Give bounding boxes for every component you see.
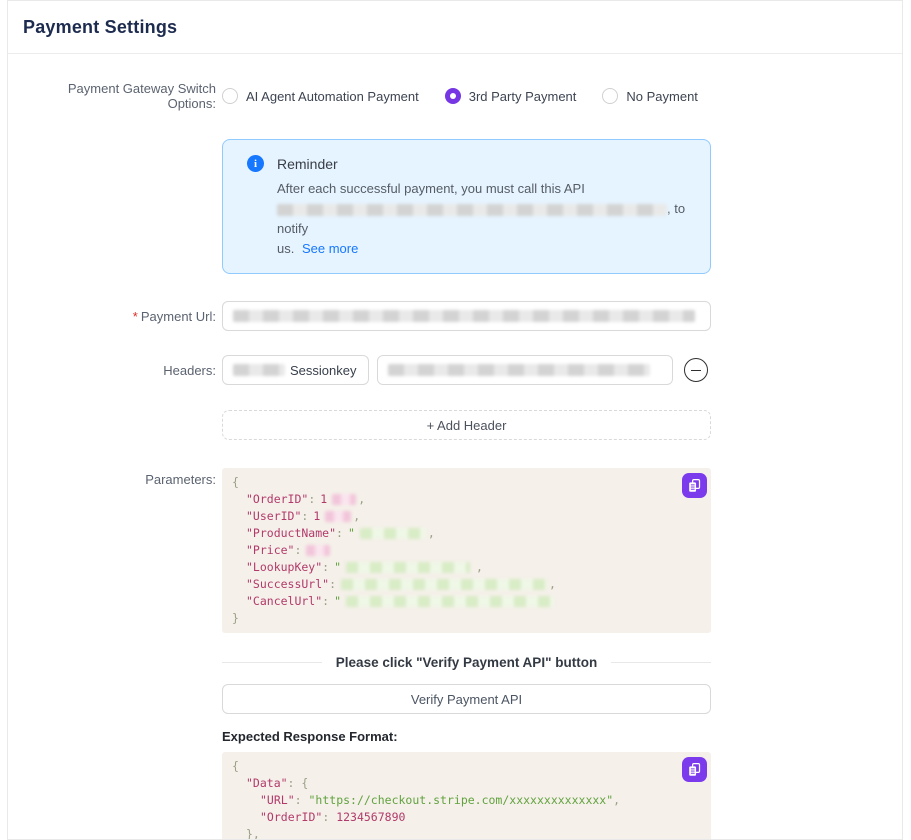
copy-parameters-button[interactable] — [682, 473, 707, 498]
reminder-text-line1: After each successful payment, you must … — [277, 181, 585, 196]
radio-checked-icon[interactable] — [445, 88, 461, 104]
redacted-userid-value — [325, 511, 351, 522]
copy-icon — [687, 478, 702, 493]
response-line-url: "URL": "https://checkout.stripe.com/xxxx… — [232, 792, 701, 809]
radio-unchecked-icon[interactable] — [602, 88, 618, 104]
minus-icon — [691, 370, 701, 371]
reminder-body: After each successful payment, you must … — [277, 179, 690, 259]
expected-response-code-block: { "Data": { "URL": "https://checkout.str… — [222, 752, 711, 840]
copy-expected-response-button[interactable] — [682, 757, 707, 782]
param-line-lookupkey: "LookupKey":", — [232, 559, 701, 576]
redacted-productname-value — [360, 528, 426, 539]
param-line-successurl: "SuccessUrl":, — [232, 576, 701, 593]
header-key-visible-text: Sessionkey — [290, 363, 356, 378]
parameters-row: Parameters: { "OrderID":1, "UserID":1, "… — [8, 468, 902, 633]
gateway-radio-group: AI Agent Automation Payment 3rd Party Pa… — [222, 88, 698, 104]
headers-row: Headers: Sessionkey — [8, 355, 902, 385]
divider-text: Please click "Verify Payment API" button — [336, 655, 597, 670]
redacted-header-key-prefix — [233, 364, 285, 376]
verify-payment-api-button[interactable]: Verify Payment API — [222, 684, 711, 714]
param-line-userid: "UserID":1, — [232, 508, 701, 525]
radio-unchecked-icon[interactable] — [222, 88, 238, 104]
page-title: Payment Settings — [23, 17, 177, 38]
see-more-link[interactable]: See more — [302, 241, 358, 256]
redacted-api-url — [277, 204, 667, 216]
card-header: Payment Settings — [8, 1, 902, 54]
remove-header-button[interactable] — [684, 358, 708, 382]
response-line-orderid: "OrderID": 1234567890 — [232, 809, 701, 826]
brace-open: { — [232, 758, 239, 775]
redacted-payment-url-value — [233, 310, 695, 322]
radio-label: No Payment — [626, 89, 698, 104]
radio-ai-agent-automation-payment[interactable]: AI Agent Automation Payment — [222, 88, 419, 104]
verify-instruction-divider: Please click "Verify Payment API" button — [222, 655, 711, 670]
brace-close: } — [232, 610, 239, 627]
parameters-label: Parameters: — [23, 468, 216, 487]
radio-label: 3rd Party Payment — [469, 89, 577, 104]
payment-settings-card: Payment Settings Payment Gateway Switch … — [7, 0, 903, 840]
headers-label: Headers: — [23, 363, 216, 378]
redacted-price-value — [306, 545, 330, 556]
redacted-orderid-value — [332, 494, 356, 505]
header-key-input[interactable]: Sessionkey — [222, 355, 369, 385]
redacted-header-value — [388, 364, 650, 376]
reminder-header: i Reminder — [247, 155, 690, 172]
param-line-price: "Price": — [232, 542, 701, 559]
reminder-alert: i Reminder After each successful payment… — [222, 139, 711, 274]
required-asterisk: * — [133, 309, 138, 324]
divider-line — [611, 662, 711, 663]
radio-3rd-party-payment[interactable]: 3rd Party Payment — [445, 88, 577, 104]
add-header-button[interactable]: + Add Header — [222, 410, 711, 440]
radio-no-payment[interactable]: No Payment — [602, 88, 698, 104]
redacted-cancelurl-value — [346, 596, 554, 607]
payment-url-row: *Payment Url: — [8, 301, 902, 331]
gateway-options-label: Payment Gateway Switch Options: — [23, 81, 216, 111]
parameters-code-block: { "OrderID":1, "UserID":1, "ProductName"… — [222, 468, 711, 633]
gateway-options-row: Payment Gateway Switch Options: AI Agent… — [8, 81, 902, 111]
redacted-successurl-value — [341, 579, 547, 590]
radio-label: AI Agent Automation Payment — [246, 89, 419, 104]
param-line-productname: "ProductName":", — [232, 525, 701, 542]
header-value-input[interactable] — [377, 355, 673, 385]
payment-url-label: *Payment Url: — [23, 309, 216, 324]
param-line-cancelurl: "CancelUrl":" — [232, 593, 701, 610]
param-line-orderid: "OrderID":1, — [232, 491, 701, 508]
divider-line — [222, 662, 322, 663]
redacted-lookupkey-value — [346, 562, 470, 573]
payment-url-input[interactable] — [222, 301, 711, 331]
expected-response-label: Expected Response Format: — [222, 729, 902, 744]
info-icon: i — [247, 155, 264, 172]
copy-icon — [687, 762, 702, 777]
brace-open: { — [232, 474, 239, 491]
response-line-data: "Data": { — [232, 775, 701, 792]
reminder-title: Reminder — [277, 156, 338, 172]
reminder-text-line3: us. — [277, 241, 294, 256]
brace-close-comma: }, — [246, 826, 260, 840]
